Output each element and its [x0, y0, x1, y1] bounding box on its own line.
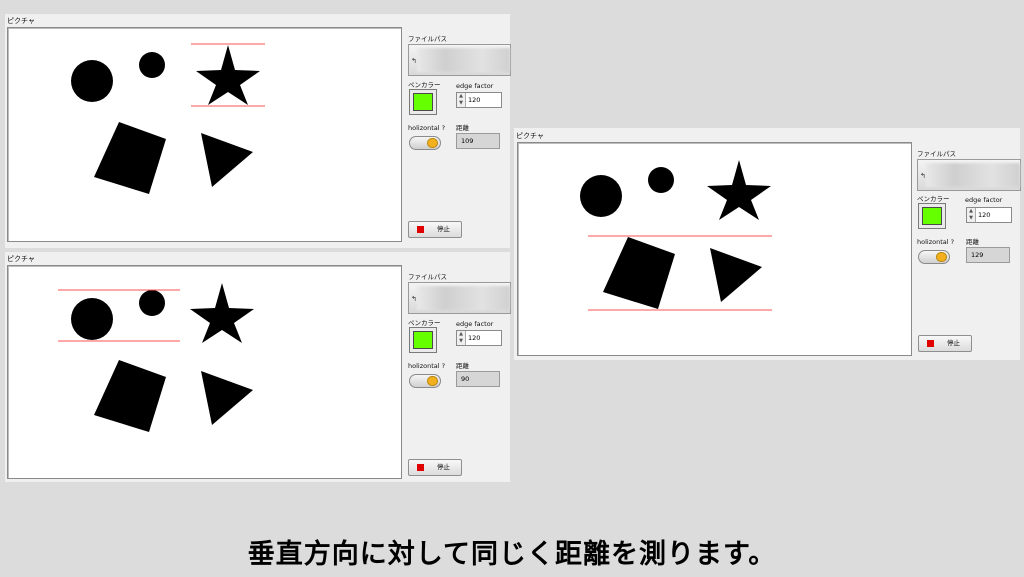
edge-factor-input[interactable]: ▲ ▼ 120: [966, 207, 1012, 223]
pen-color-box[interactable]: [409, 327, 437, 353]
horizontal-label: holizontal ?: [408, 124, 446, 132]
picture-display: [7, 27, 402, 242]
toggle-knob: [427, 138, 438, 148]
star-shape: [196, 45, 260, 105]
path-browse-icon[interactable]: ↰: [920, 172, 926, 180]
picture-canvas: [58, 283, 254, 432]
stop-button[interactable]: 停止: [408, 459, 462, 476]
pen-color-swatch: [413, 93, 433, 111]
stop-button-label: 停止: [437, 463, 450, 471]
path-browse-icon[interactable]: ↰: [411, 295, 417, 303]
caption-text: 垂直方向に対して同じく距離を測ります。: [247, 539, 777, 570]
triangle-shape: [710, 248, 762, 302]
stop-button-label: 停止: [947, 339, 960, 347]
picture-canvas: [71, 43, 265, 194]
edge-factor-value: 120: [978, 211, 991, 219]
horizontal-toggle[interactable]: [409, 136, 441, 150]
edge-factor-spinner[interactable]: ▲ ▼: [457, 331, 466, 345]
path-browse-icon[interactable]: ↰: [411, 57, 417, 65]
star-shape: [707, 160, 771, 220]
triangle-shape: [201, 133, 253, 187]
stop-button-label: 停止: [437, 225, 450, 233]
file-path-control[interactable]: ↰: [408, 44, 511, 76]
large-circle-shape: [71, 298, 113, 340]
file-path-control[interactable]: ↰: [408, 282, 511, 314]
small-circle-shape: [139, 290, 165, 316]
edge-factor-value: 120: [468, 96, 481, 104]
file-path-label: ファイルパス: [408, 35, 447, 43]
rotated-square-shape: [94, 122, 166, 194]
horizontal-label: holizontal ?: [917, 238, 955, 246]
edge-factor-spinner[interactable]: ▲ ▼: [457, 93, 466, 107]
file-path-control[interactable]: ↰: [917, 159, 1021, 191]
horizontal-toggle[interactable]: [409, 374, 441, 388]
edge-factor-label: edge factor: [456, 320, 494, 328]
distance-label: 距離: [456, 362, 469, 370]
distance-label: 距離: [456, 124, 469, 132]
pen-color-swatch: [922, 207, 942, 225]
pen-color-label: ペンカラー: [408, 81, 441, 89]
small-circle-shape: [648, 167, 674, 193]
picture-label: ピクチャ: [7, 255, 35, 263]
horizontal-toggle[interactable]: [918, 250, 950, 264]
edge-factor-value: 120: [468, 334, 481, 342]
distance-indicator: 129: [966, 247, 1010, 263]
distance-value: 129: [971, 251, 984, 259]
stop-button[interactable]: 停止: [918, 335, 972, 352]
picture-display: [7, 265, 402, 479]
distance-indicator: 90: [456, 371, 500, 387]
picture-label: ピクチャ: [7, 17, 35, 25]
edge-factor-spinner[interactable]: ▲ ▼: [967, 208, 976, 222]
stop-icon: [417, 464, 424, 471]
panel-bottom-left: ピクチャ ファイルパス ↰ ペンカラー edge factor ▲ ▼ 120 h…: [5, 252, 511, 482]
large-circle-shape: [580, 175, 622, 217]
picture-label: ピクチャ: [516, 132, 544, 140]
pen-color-swatch: [413, 331, 433, 349]
stop-button[interactable]: 停止: [408, 221, 462, 238]
stop-icon: [927, 340, 934, 347]
edge-factor-input[interactable]: ▲ ▼ 120: [456, 330, 502, 346]
horizontal-label: holizontal ?: [408, 362, 446, 370]
large-circle-shape: [71, 60, 113, 102]
toggle-knob: [936, 252, 947, 262]
panel-top-left: ピクチャ ファイルパス ↰ ペンカラー edge factor ▲ ▼ 120 h…: [5, 14, 511, 248]
stop-icon: [417, 226, 424, 233]
distance-value: 109: [461, 137, 474, 145]
distance-indicator: 109: [456, 133, 500, 149]
pen-color-label: ペンカラー: [917, 195, 950, 203]
small-circle-shape: [139, 52, 165, 78]
file-path-label: ファイルパス: [917, 150, 956, 158]
rotated-square-shape: [603, 237, 675, 309]
edge-factor-label: edge factor: [456, 82, 494, 90]
edge-factor-input[interactable]: ▲ ▼ 120: [456, 92, 502, 108]
picture-display: [517, 142, 912, 356]
triangle-shape: [201, 371, 253, 425]
pen-color-box[interactable]: [409, 89, 437, 115]
toggle-knob: [427, 376, 438, 386]
edge-factor-label: edge factor: [965, 196, 1003, 204]
pen-color-label: ペンカラー: [408, 319, 441, 327]
panel-right: ピクチャ ファイルパス ↰ ペンカラー edge factor ▲ ▼ 120 h…: [514, 128, 1021, 360]
file-path-label: ファイルパス: [408, 273, 447, 281]
distance-label: 距離: [966, 238, 979, 246]
star-shape: [190, 283, 254, 343]
picture-canvas: [580, 160, 772, 311]
pen-color-box[interactable]: [918, 203, 946, 229]
distance-value: 90: [461, 375, 470, 383]
rotated-square-shape: [94, 360, 166, 432]
